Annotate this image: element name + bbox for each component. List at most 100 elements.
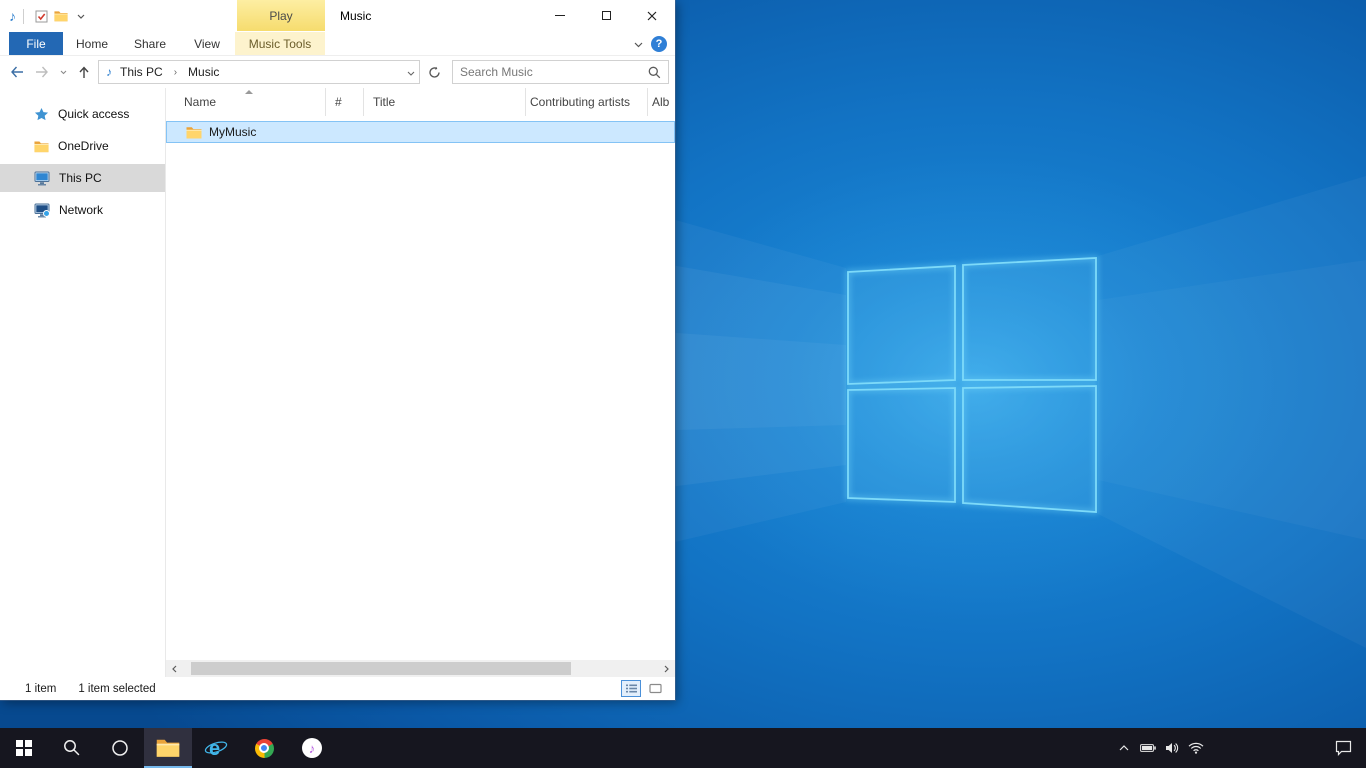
cortana-button[interactable]: [96, 728, 144, 768]
item-count: 1 item: [25, 683, 56, 695]
chrome-icon: [255, 739, 274, 758]
action-center-icon: [1335, 740, 1352, 756]
monitor-icon: [34, 171, 50, 186]
qat-properties-icon[interactable]: [31, 5, 51, 27]
start-button[interactable]: [0, 728, 48, 768]
folder-icon: [186, 126, 202, 139]
scroll-right-icon[interactable]: [658, 665, 675, 673]
scroll-left-icon[interactable]: [166, 665, 183, 673]
qat-customize-chevron-icon[interactable]: [71, 5, 91, 27]
address-box[interactable]: ♪ This PC › Music: [98, 60, 420, 84]
column-header-contributing-artists[interactable]: Contributing artists: [526, 88, 648, 116]
horizontal-scrollbar[interactable]: [166, 660, 675, 677]
title-bar: ♪ Play Music: [0, 0, 675, 32]
volume-icon[interactable]: [1160, 728, 1184, 768]
search-icon: [63, 739, 81, 757]
taskbar-search-button[interactable]: [48, 728, 96, 768]
tab-group-music-tools[interactable]: Music Tools: [235, 32, 325, 55]
large-icons-view-icon: [649, 683, 662, 694]
qat-new-folder-icon[interactable]: [51, 5, 71, 27]
network-icon: [34, 203, 50, 218]
contextual-tab-play[interactable]: Play: [237, 0, 325, 31]
sidebar-item-label: This PC: [59, 171, 102, 185]
ribbon-collapse-chevron-icon[interactable]: [634, 37, 643, 51]
column-header-number[interactable]: #: [326, 88, 364, 116]
tray-spacer: [1208, 728, 1320, 768]
maximize-button[interactable]: [583, 0, 629, 31]
tab-view[interactable]: View: [179, 32, 235, 55]
address-bar-row: ♪ This PC › Music: [0, 56, 675, 88]
address-music-note-icon: ♪: [106, 66, 112, 78]
details-view-icon: [625, 683, 638, 694]
details-view-button[interactable]: [621, 680, 641, 697]
tab-file[interactable]: File: [9, 32, 63, 55]
status-bar: 1 item 1 item selected: [0, 677, 675, 700]
forward-button[interactable]: [31, 60, 53, 84]
breadcrumb-music[interactable]: Music: [186, 65, 221, 79]
selected-count: 1 item selected: [78, 683, 155, 695]
taskbar-chrome-button[interactable]: [240, 728, 288, 768]
music-app-icon: ♪: [302, 738, 322, 758]
minimize-button[interactable]: [537, 0, 583, 31]
tab-share[interactable]: Share: [121, 32, 179, 55]
refresh-button[interactable]: [423, 60, 445, 84]
sidebar-item-onedrive[interactable]: OneDrive: [0, 132, 165, 160]
column-header-title[interactable]: Title: [364, 88, 526, 116]
help-button[interactable]: ?: [651, 36, 667, 52]
wifi-icon[interactable]: [1184, 728, 1208, 768]
file-explorer-icon: [156, 738, 180, 758]
sort-ascending-icon: [245, 90, 253, 94]
breadcrumb-separator-icon: ›: [171, 67, 180, 78]
search-icon[interactable]: [648, 66, 661, 79]
sidebar-item-this-pc[interactable]: This PC: [0, 164, 165, 192]
taskbar-internet-explorer-button[interactable]: e: [192, 728, 240, 768]
svg-text:e: e: [209, 738, 220, 760]
app-music-note-icon: ♪: [9, 9, 16, 23]
scrollbar-track[interactable]: [183, 660, 658, 677]
file-explorer-window: ♪ Play Music File Home: [0, 0, 675, 700]
sidebar-item-quick-access[interactable]: Quick access: [0, 100, 165, 128]
close-button[interactable]: [629, 0, 675, 31]
search-input[interactable]: [460, 65, 648, 79]
large-icons-view-button[interactable]: [645, 680, 665, 697]
battery-icon[interactable]: [1136, 728, 1160, 768]
taskbar: e ♪: [0, 728, 1366, 768]
back-button[interactable]: [6, 60, 28, 84]
window-controls: [537, 0, 675, 31]
recent-locations-chevron-icon[interactable]: [56, 60, 70, 84]
hidden-icons-chevron-icon[interactable]: [1112, 728, 1136, 768]
up-button[interactable]: [73, 60, 95, 84]
sidebar-item-network[interactable]: Network: [0, 196, 165, 224]
maximize-icon: [602, 11, 611, 20]
scrollbar-thumb[interactable]: [191, 662, 571, 675]
system-tray: [1112, 728, 1366, 768]
sidebar-item-label: Network: [59, 203, 103, 217]
view-toggles: [621, 680, 675, 697]
tab-home[interactable]: Home: [63, 32, 121, 55]
separator: [23, 9, 24, 24]
window-title: Music: [340, 0, 371, 32]
search-box: [452, 60, 669, 84]
navigation-pane: Quick access OneDrive This PC Network: [0, 88, 166, 677]
action-center-button[interactable]: [1320, 728, 1366, 768]
column-header-album[interactable]: Alb: [648, 88, 675, 116]
taskbar-music-app-button[interactable]: ♪: [288, 728, 336, 768]
star-icon: [34, 107, 49, 122]
ribbon-right-controls: ?: [634, 32, 675, 55]
internet-explorer-icon: e: [204, 736, 228, 760]
file-name: MyMusic: [209, 125, 256, 139]
close-icon: [647, 11, 657, 21]
windows-logo-icon: [16, 740, 32, 756]
cortana-circle-icon: [111, 739, 129, 757]
sidebar-item-label: Quick access: [58, 107, 129, 121]
file-list: MyMusic: [166, 116, 675, 660]
ribbon-tab-row: File Home Share View Music Tools ?: [0, 32, 675, 56]
breadcrumb-this-pc[interactable]: This PC: [118, 65, 165, 79]
column-headers: Name # Title Contributing artists Alb: [166, 88, 675, 116]
address-dropdown-chevron-icon[interactable]: [407, 65, 415, 79]
file-row-mymusic[interactable]: MyMusic: [166, 121, 675, 143]
desktop: ♪ Play Music File Home: [0, 0, 1366, 768]
explorer-main: Quick access OneDrive This PC Network: [0, 88, 675, 677]
minimize-icon: [555, 15, 565, 16]
taskbar-file-explorer-button[interactable]: [144, 728, 192, 768]
